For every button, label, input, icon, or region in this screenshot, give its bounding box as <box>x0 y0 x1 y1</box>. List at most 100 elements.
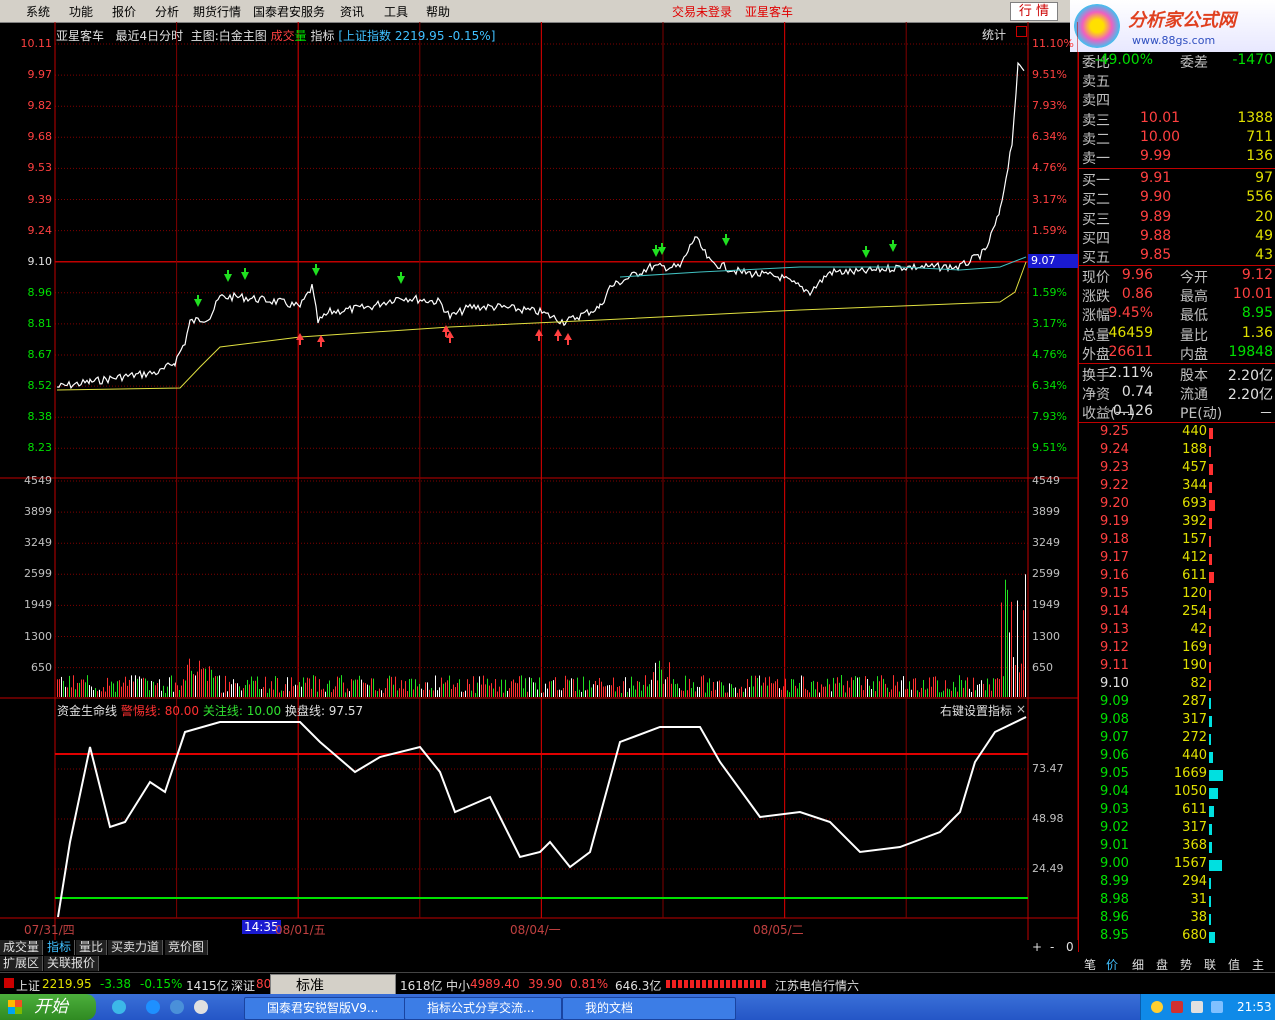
volume-bar <box>943 690 944 697</box>
menu-tools[interactable]: 工具 <box>384 3 408 20</box>
menu-quote[interactable]: 报价 <box>112 3 136 20</box>
volume-bar <box>591 687 592 697</box>
ime-mode[interactable]: 标准 <box>296 975 324 995</box>
trade-login-status[interactable]: 交易未登录 <box>672 3 732 20</box>
menu-info[interactable]: 资讯 <box>340 3 364 20</box>
ptab-book[interactable]: 盘 <box>1156 956 1168 973</box>
menu-function[interactable]: 功能 <box>69 3 93 20</box>
volume-bar <box>997 678 998 697</box>
qq-icon[interactable] <box>1151 1001 1163 1013</box>
ask-row[interactable]: 卖三 10.01 1388 <box>1078 110 1275 129</box>
volume-bar <box>315 676 316 697</box>
tab-buy-sell-force[interactable]: 买卖力道 <box>108 940 164 955</box>
price-tick: 9.10 <box>27 254 53 268</box>
bid-row[interactable]: 买四 9.88 49 <box>1078 228 1275 247</box>
intraday-chart[interactable] <box>0 22 1078 940</box>
q-value: 2.20亿 <box>1227 368 1273 384</box>
menu-system[interactable]: 系统 <box>26 3 50 20</box>
volume-bar <box>343 682 344 697</box>
menu-analysis[interactable]: 分析 <box>155 3 179 20</box>
browser-icon[interactable] <box>170 1000 184 1014</box>
zoom-out-icon[interactable]: - <box>1050 940 1054 954</box>
volume-bar <box>533 682 534 697</box>
volume-bar <box>727 692 728 697</box>
stat-row: 现价 9.96 今开 9.12 <box>1078 267 1275 286</box>
volume-bar <box>579 689 580 697</box>
ask-row[interactable]: 卖二 10.00 711 <box>1078 129 1275 148</box>
quote-button[interactable]: 行 情 <box>1010 2 1058 21</box>
ie-icon[interactable] <box>146 1000 160 1014</box>
task-forum[interactable]: 指标公式分享交流... <box>404 997 562 1020</box>
ptab-link[interactable]: 联 <box>1204 956 1216 973</box>
ptab-trend[interactable]: 势 <box>1180 956 1192 973</box>
quicklaunch-icon[interactable] <box>112 1000 126 1014</box>
tab-volume-ratio[interactable]: 量比 <box>76 940 108 955</box>
volume-bar <box>899 691 900 697</box>
input-method-bar[interactable] <box>270 974 396 995</box>
volume-bar <box>187 664 188 697</box>
menu-gtja-service[interactable]: 国泰君安服务 <box>253 3 325 20</box>
tab-volume[interactable]: 成交量 <box>0 940 44 955</box>
volume-bar <box>1023 610 1024 697</box>
menu-futures[interactable]: 期货行情 <box>193 3 241 20</box>
q-value: 10.01 <box>1232 286 1273 303</box>
reset-icon[interactable]: 0 <box>1066 940 1074 954</box>
indicator-name[interactable]: 资金生命线 <box>57 704 117 718</box>
tab-related-quote[interactable]: 关联报价 <box>44 956 100 971</box>
menu-help[interactable]: 帮助 <box>426 3 450 20</box>
indicator-label[interactable]: 指标 <box>310 29 334 43</box>
volume-bar <box>859 677 860 697</box>
period-label[interactable]: 最近4日分时 <box>115 29 183 43</box>
tab-indicator[interactable]: 指标 <box>44 940 76 955</box>
tape-bar <box>1209 536 1211 547</box>
ptab-main[interactable]: 主 <box>1252 956 1264 973</box>
close-indicator-icon[interactable]: × <box>1016 702 1026 716</box>
news-ticker[interactable]: 江苏电信行情六 <box>775 977 859 994</box>
volume-bar <box>567 679 568 697</box>
network-icon[interactable] <box>1191 1001 1203 1013</box>
bid-row[interactable]: 买二 9.90 556 <box>1078 189 1275 208</box>
bid-row[interactable]: 买五 9.85 43 <box>1078 247 1275 266</box>
stats-toggle[interactable]: 统计 <box>982 26 1006 43</box>
volume-bar <box>953 681 954 697</box>
close-box-icon[interactable] <box>1016 26 1027 37</box>
ask-row[interactable]: 卖四 <box>1078 90 1275 109</box>
task-gtja[interactable]: 国泰君安锐智版V9... <box>244 997 406 1020</box>
ask-row[interactable]: 卖一 9.99 136 <box>1078 148 1275 167</box>
ptab-trades[interactable]: 笔 <box>1084 956 1096 973</box>
start-button[interactable]: 开始 <box>0 994 96 1020</box>
ptab-value[interactable]: 值 <box>1228 956 1240 973</box>
bid-row[interactable]: 买三 9.89 20 <box>1078 209 1275 228</box>
volume-bar <box>329 680 330 697</box>
zoom-in-icon[interactable]: + <box>1032 940 1042 954</box>
volume-bar <box>733 688 734 697</box>
volume-icon[interactable] <box>1211 1001 1223 1013</box>
volume-bar <box>913 678 914 697</box>
q-value: 9.45% <box>1108 305 1153 322</box>
indicator-settings[interactable]: 右键设置指标 <box>940 702 1012 719</box>
volume-bar <box>541 692 542 697</box>
ptab-price[interactable]: 价 <box>1106 956 1118 973</box>
q-label: 流通 <box>1180 387 1208 404</box>
app-icon[interactable] <box>194 1000 208 1014</box>
tab-extension[interactable]: 扩展区 <box>0 956 44 971</box>
main-chart-label[interactable]: 主图:白金主图 <box>191 29 267 43</box>
volume-bar <box>475 692 476 697</box>
tape-volume: 157 <box>1182 532 1207 547</box>
sell-signal-arrow <box>397 272 405 284</box>
bid-row[interactable]: 买一 9.91 97 <box>1078 170 1275 189</box>
sell-signal-arrow <box>658 243 666 255</box>
volume-bar <box>761 685 762 697</box>
task-documents[interactable]: 我的文档 <box>562 997 736 1020</box>
tab-auction[interactable]: 竞价图 <box>165 940 209 955</box>
tape-volume: 317 <box>1182 712 1207 727</box>
ask-row[interactable]: 卖五 <box>1078 71 1275 90</box>
system-tray: 21:53 <box>1140 994 1275 1020</box>
volume-bar <box>217 676 218 697</box>
volume-bar <box>779 688 780 697</box>
focus-line-label: 关注线: 10.00 <box>202 704 282 718</box>
pct-tick: 9.51% <box>1032 441 1067 455</box>
security-icon[interactable] <box>1171 1001 1183 1013</box>
ptab-detail[interactable]: 细 <box>1132 956 1144 973</box>
volume-bar <box>949 689 950 697</box>
